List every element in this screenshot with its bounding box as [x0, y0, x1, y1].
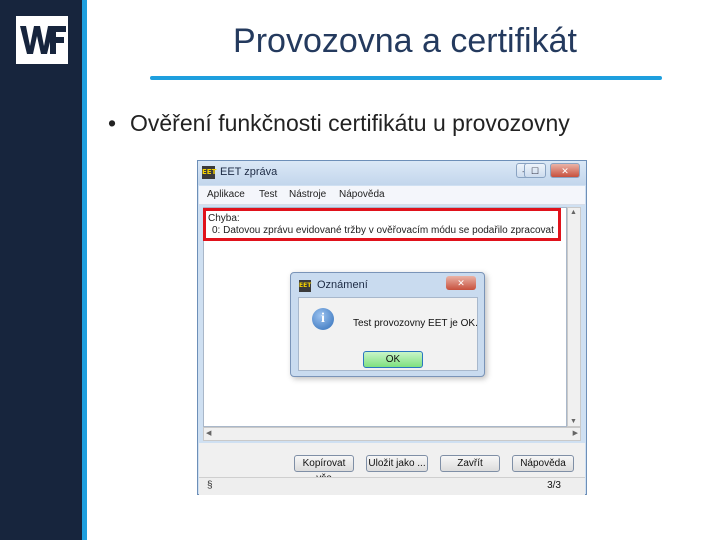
close-window-button[interactable]: ✕ — [550, 163, 580, 178]
dialog-title: Oznámení — [317, 279, 368, 291]
maximize-button[interactable]: ☐ — [524, 163, 546, 178]
title-underline — [150, 76, 662, 80]
app-logo-icon: EET — [299, 280, 311, 292]
horizontal-scrollbar[interactable]: ◀ ▶ — [203, 427, 581, 441]
dialog-close-button[interactable]: ✕ — [446, 276, 476, 290]
wf-logo — [16, 16, 68, 64]
scroll-up-icon[interactable]: ▲ — [570, 209, 577, 216]
help-button[interactable]: Nápověda — [512, 455, 574, 472]
app-logo-icon: EET — [202, 166, 216, 179]
window-title: EET zpráva — [220, 166, 278, 178]
scroll-left-icon[interactable]: ◀ — [206, 429, 211, 437]
ok-button[interactable]: OK — [363, 351, 423, 368]
info-icon: i — [312, 308, 334, 330]
menu-aplikace[interactable]: Aplikace — [207, 189, 245, 200]
slide-title: Provozovna a certifikát — [233, 22, 577, 60]
window-titlebar[interactable]: EET EET zpráva — ☐ ✕ — [198, 161, 586, 185]
dialog-message: Test provozovny EET je OK. — [353, 318, 478, 329]
message-counter: 3/3 — [547, 480, 561, 491]
menu-test[interactable]: Test — [259, 189, 277, 200]
menu-nastroje[interactable]: Nástroje — [289, 189, 326, 200]
save-as-button[interactable]: Uložit jako ... — [366, 455, 428, 472]
vertical-scrollbar[interactable]: ▲ ▼ — [567, 207, 581, 427]
status-bar: § 3/3 — [199, 477, 585, 495]
notification-dialog: EET Oznámení ✕ i Test provozovny EET je … — [290, 272, 485, 377]
menu-napoveda[interactable]: Nápověda — [339, 189, 385, 200]
highlight-box — [203, 208, 561, 241]
scroll-right-icon[interactable]: ▶ — [573, 429, 578, 437]
copy-all-button[interactable]: Kopírovat vše — [294, 455, 354, 484]
dialog-body: i Test provozovny EET je OK. OK — [298, 297, 478, 371]
left-sidebar — [0, 0, 82, 540]
bullet-dot: • — [108, 110, 117, 136]
sidebar-accent-stripe — [82, 0, 87, 540]
close-button[interactable]: Zavřít — [440, 455, 500, 472]
scroll-down-icon[interactable]: ▼ — [570, 418, 577, 425]
status-icon: § — [207, 480, 213, 491]
bullet-item: • Ověření funkčnosti certifikátu u provoz… — [108, 110, 570, 137]
menu-bar: Aplikace Test Nástroje Nápověda — [199, 186, 585, 205]
bullet-text: Ověření funkčnosti certifikátu u provozo… — [130, 110, 570, 136]
